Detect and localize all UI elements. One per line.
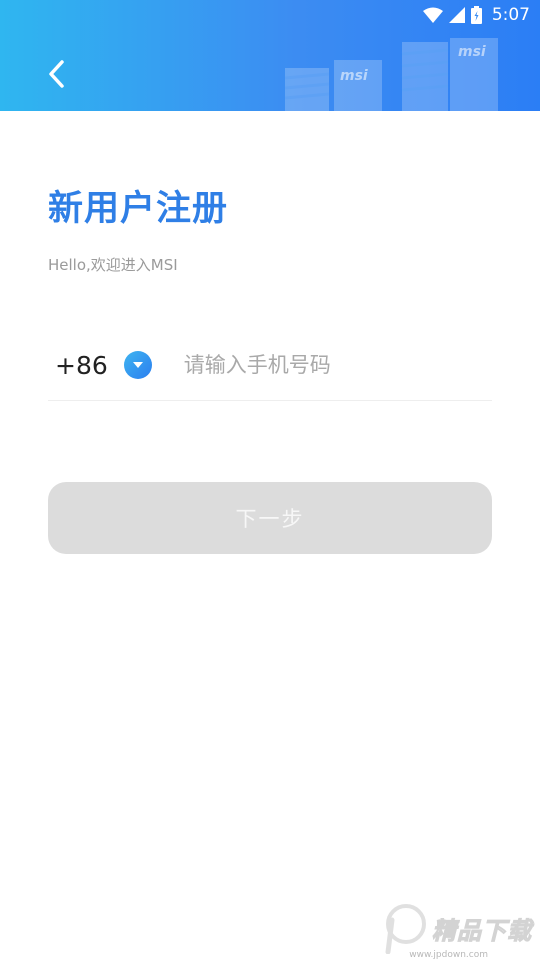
msi-logo-right: msi — [458, 44, 486, 60]
watermark-logo-icon — [385, 904, 426, 954]
header-banner: msi msi 5:07 — [0, 0, 540, 111]
watermark-text: 精品下载 — [432, 916, 532, 945]
battery-icon — [470, 6, 482, 24]
country-code[interactable]: +86 — [55, 351, 108, 380]
back-button[interactable] — [38, 52, 74, 96]
status-bar: 5:07 — [0, 0, 540, 30]
chevron-left-icon — [49, 60, 64, 88]
page-subtitle: Hello,欢迎进入MSI — [48, 256, 178, 274]
msi-logo-left: msi — [340, 68, 368, 84]
cell-signal-icon — [448, 7, 465, 23]
phone-number-input[interactable] — [183, 345, 492, 385]
status-time: 5:07 — [491, 5, 530, 25]
next-step-button[interactable]: 下一步 — [48, 482, 492, 554]
watermark-url: www.jpdown.com — [409, 950, 488, 960]
page-title: 新用户注册 — [48, 189, 229, 229]
wifi-icon — [422, 7, 443, 23]
caret-down-icon — [132, 362, 143, 368]
watermark: 精品下载 — [380, 902, 532, 954]
country-code-dropdown[interactable] — [123, 351, 152, 379]
phone-input-row: +86 — [48, 330, 492, 401]
